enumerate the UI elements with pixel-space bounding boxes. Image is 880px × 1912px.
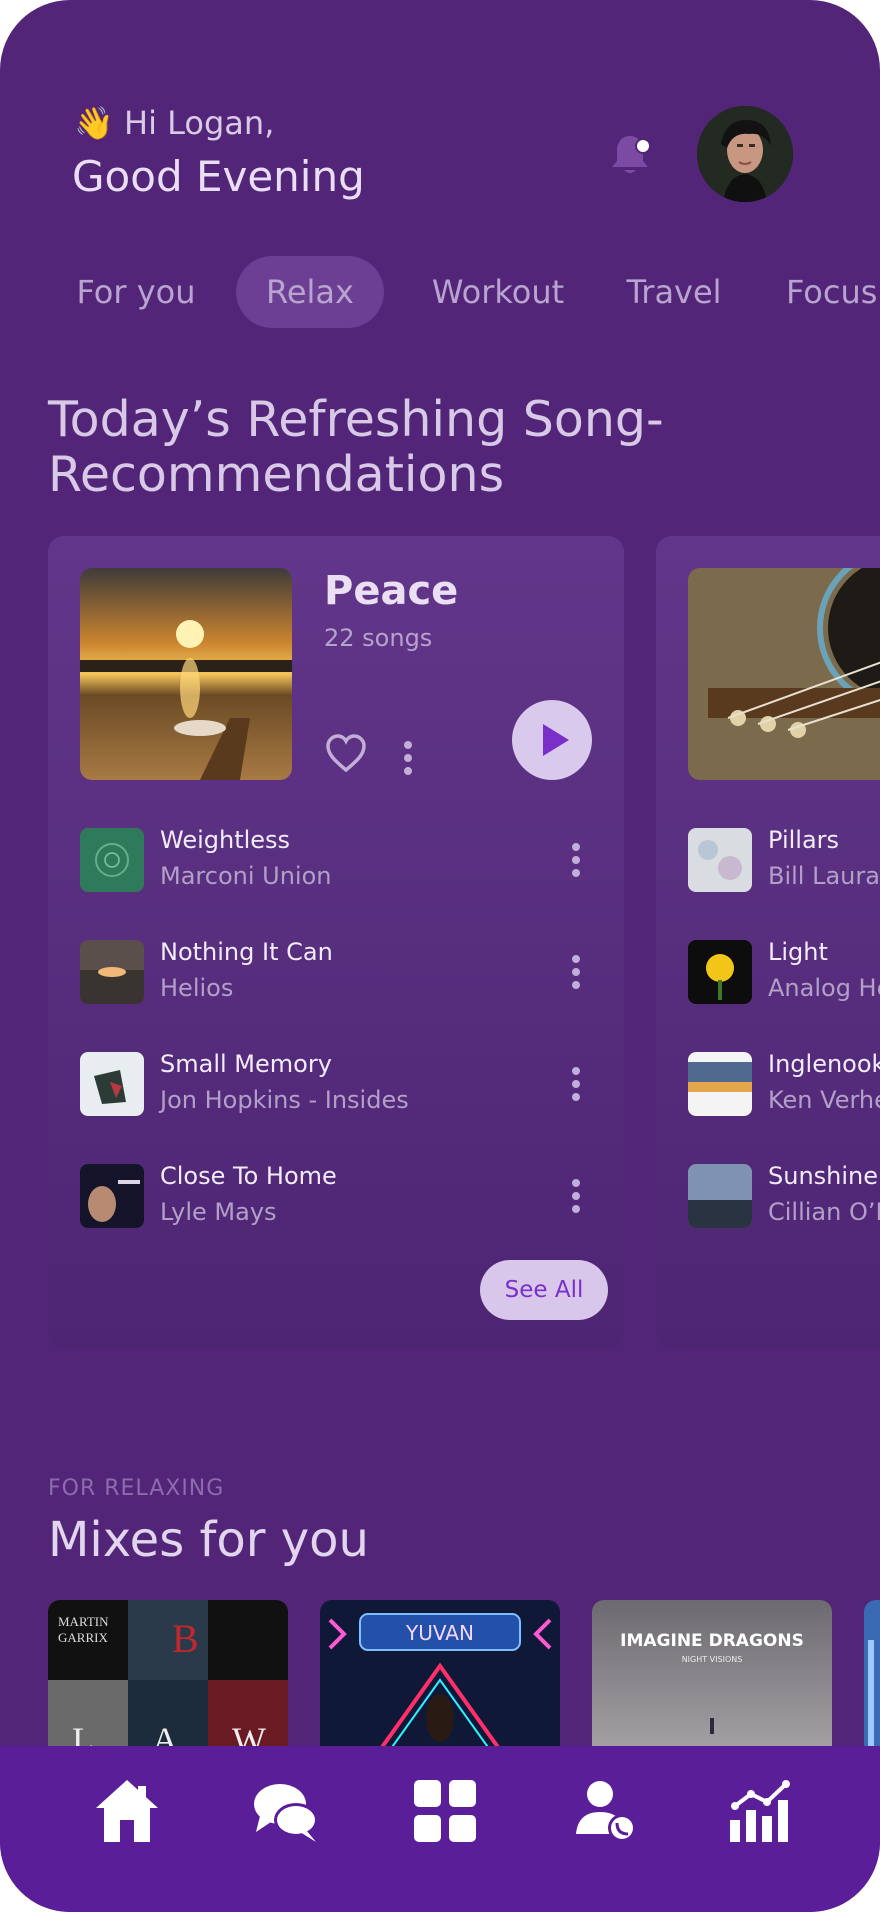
mixes-eyebrow: FOR RELAXING [48,1476,225,1501]
track-thumbnail [688,1052,752,1116]
track-item[interactable]: Light Analog He [688,938,880,1006]
track-title: Weightless [160,826,291,854]
nav-browse[interactable] [410,1776,480,1846]
heart-icon [326,734,366,773]
playlist-more-button[interactable] [402,738,414,775]
track-title: Close To Home [160,1162,337,1190]
track-item[interactable]: Inglenook Ken Verhe [688,1050,880,1118]
greeting-text: Hi Logan, [124,104,275,142]
track-thumbnail [80,940,144,1004]
mix-art-text-2: GARRIX [58,1630,108,1645]
track-artist: Ken Verhe [768,1086,880,1114]
track-title: Pillars [768,826,840,854]
more-icon [570,955,582,989]
playlist-cover [80,568,292,780]
section-title: Today’s Refreshing Song-Recommendations [48,391,664,503]
stats-icon [730,1780,790,1842]
play-icon [543,724,569,756]
playlist-card[interactable]: Pillars Bill Lauran Light Analog He Ingl… [656,536,880,1350]
playlist-count: 22 songs [324,624,433,652]
wave-emoji: 👋 [74,104,114,142]
track-item[interactable]: Sunshine Cillian O’M [688,1162,880,1230]
more-icon [570,1179,582,1213]
bell-icon [612,136,651,173]
track-more-button[interactable] [570,840,582,877]
tab-relax[interactable]: Relax [236,256,384,328]
track-artist: Helios [160,974,234,1002]
home-icon [96,1780,158,1842]
greeting-subtitle: Good Evening [72,152,365,201]
track-thumbnail [688,940,752,1004]
mix-card[interactable] [864,1600,880,1760]
track-artist: Jon Hopkins - Insides [160,1086,409,1114]
mix-art-text: IMAGINE DRAGONS [620,1631,804,1651]
mix-art-text-1: MARTIN [58,1614,109,1629]
mix-art-subtext: NIGHT VISIONS [682,1655,743,1664]
bottom-nav [0,1746,880,1912]
track-thumbnail [80,1164,144,1228]
track-more-button[interactable] [570,952,582,989]
more-icon [570,843,582,877]
notification-button[interactable] [606,130,654,178]
favorite-button[interactable] [324,732,368,776]
track-item[interactable]: Nothing It Can Helios [80,938,600,1006]
track-artist: Marconi Union [160,862,332,890]
track-item[interactable]: Small Memory Jon Hopkins - Insides [80,1050,600,1118]
track-thumbnail [80,828,144,892]
nav-chat[interactable] [250,1776,320,1846]
track-thumbnail [80,1052,144,1116]
tab-for-you[interactable]: For you [48,256,224,328]
track-more-button[interactable] [570,1064,582,1101]
track-artist: Analog He [768,974,880,1002]
playlist-cover [688,568,880,780]
mix-card[interactable]: MARTIN GARRIX B L A W [48,1600,288,1760]
track-title: Small Memory [160,1050,332,1078]
track-title: Inglenook [768,1050,880,1078]
mix-art-text: YUVAN [405,1621,474,1645]
nav-stats[interactable] [726,1776,796,1846]
track-title: Nothing It Can [160,938,333,966]
track-title: Light [768,938,828,966]
chat-icon [254,1784,318,1842]
nav-home[interactable] [92,1776,162,1846]
mix-art-letter: B [172,1616,199,1661]
more-icon [402,741,414,775]
greeting: 👋 Hi Logan, [74,104,274,142]
grid-icon [414,1780,476,1842]
track-thumbnail [688,828,752,892]
tab-focus[interactable]: Focus [786,256,880,328]
track-item[interactable]: Pillars Bill Lauran [688,826,880,894]
track-artist: Cillian O’M [768,1198,880,1226]
mixes-title: Mixes for you [48,1512,369,1568]
track-title: Sunshine [768,1162,879,1190]
avatar[interactable] [697,106,793,202]
see-all-button[interactable]: See All [480,1260,608,1320]
mix-card[interactable]: IMAGINE DRAGONS NIGHT VISIONS [592,1600,832,1760]
track-thumbnail [688,1164,752,1228]
play-button[interactable] [512,700,592,780]
playlist-name: Peace [324,568,459,614]
track-more-button[interactable] [570,1176,582,1213]
mix-card[interactable]: YUVAN [320,1600,560,1760]
contact-icon [576,1781,636,1842]
playlist-card[interactable]: Peace 22 songs Weightless Marconi Union [48,536,624,1350]
more-icon [570,1067,582,1101]
track-artist: Lyle Mays [160,1198,277,1226]
app-screen: 👋 Hi Logan, Good Evening For you Relax W… [0,0,880,1912]
nav-contacts[interactable] [572,1776,642,1846]
track-artist: Bill Lauran [768,862,880,890]
tab-travel[interactable]: Travel [604,256,744,328]
track-item[interactable]: Close To Home Lyle Mays [80,1162,600,1230]
track-item[interactable]: Weightless Marconi Union [80,826,600,894]
tab-workout[interactable]: Workout [408,256,588,328]
